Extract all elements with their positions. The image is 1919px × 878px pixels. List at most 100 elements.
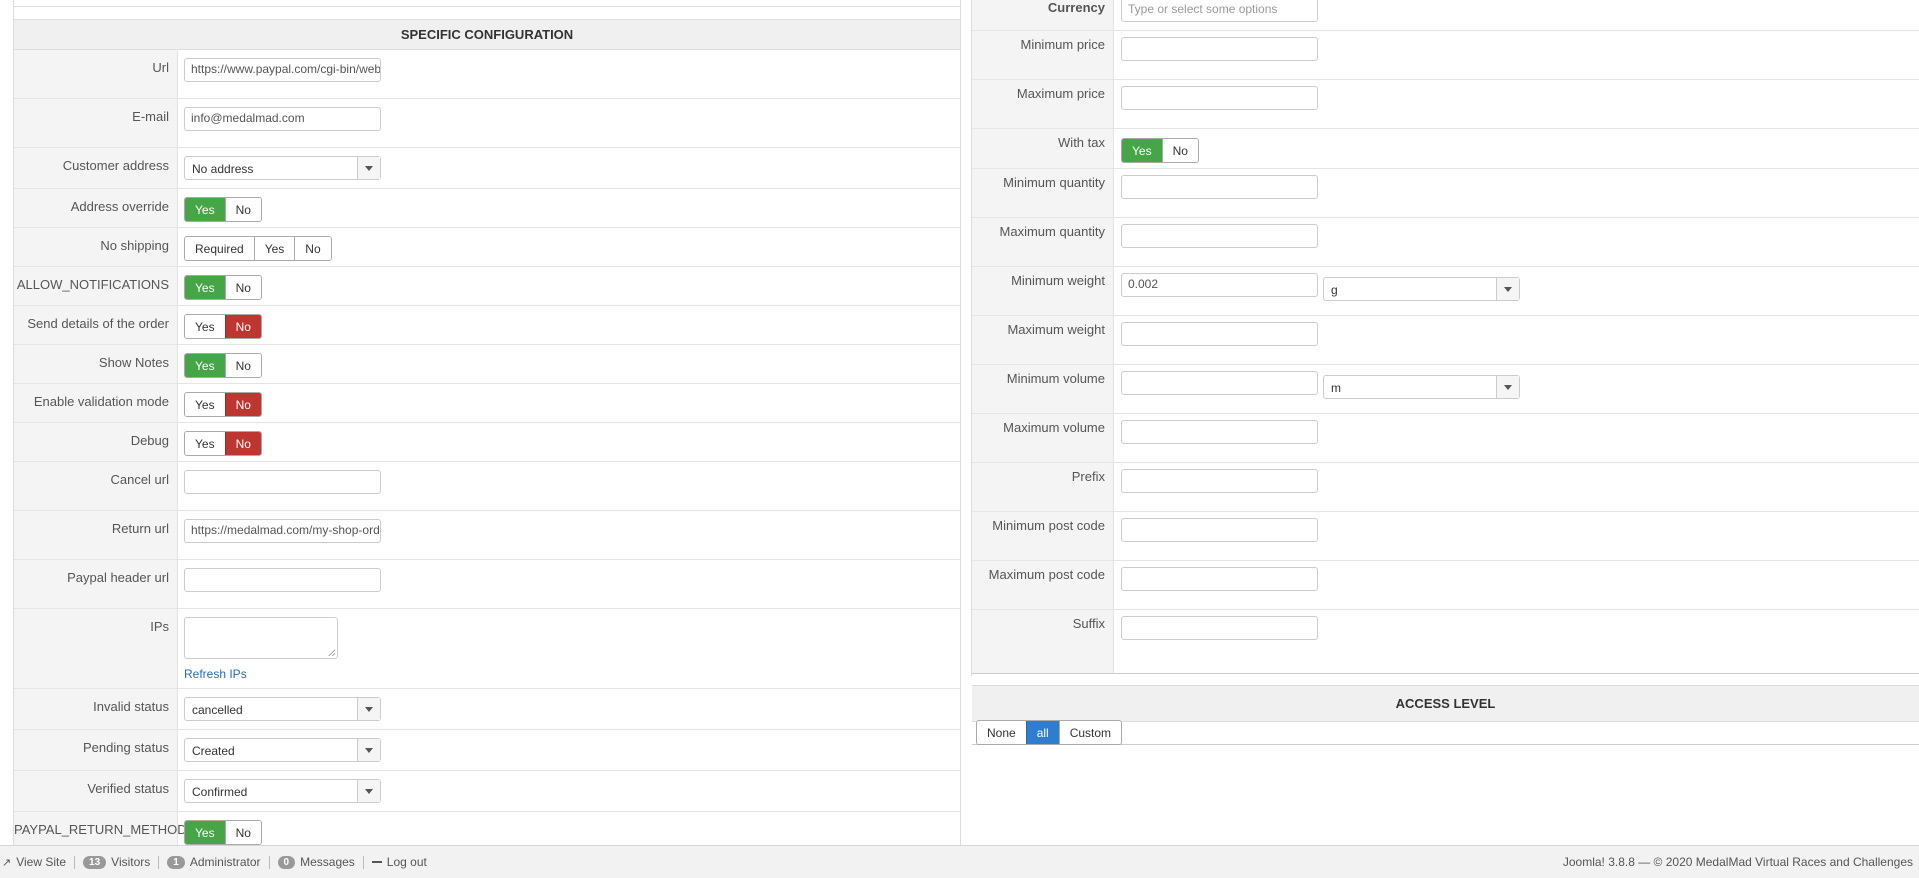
chevron-down-icon[interactable] bbox=[357, 157, 380, 179]
return-method-yes[interactable]: Yes bbox=[185, 821, 225, 844]
debug-yes[interactable]: Yes bbox=[185, 432, 225, 455]
debug-no[interactable]: No bbox=[224, 432, 261, 455]
with-tax-yes[interactable]: Yes bbox=[1122, 139, 1162, 162]
external-link-icon: ↗ bbox=[2, 856, 12, 869]
volume-unit-select[interactable]: m bbox=[1323, 375, 1520, 399]
customer-address-select[interactable]: No address bbox=[184, 156, 381, 180]
verified-status-select[interactable]: Confirmed bbox=[184, 779, 381, 803]
access-none-button[interactable]: None bbox=[977, 721, 1026, 744]
messages-badge: 0 bbox=[277, 855, 296, 869]
pending-status-select[interactable]: Created bbox=[184, 738, 381, 762]
status-footer: ↗ View Site 13 Visitors 1 Administrator … bbox=[0, 845, 1919, 878]
send-details-toggle: Yes No bbox=[184, 314, 262, 339]
send-details-no[interactable]: No bbox=[224, 315, 261, 338]
address-override-no[interactable]: No bbox=[224, 198, 261, 221]
min-qty-input[interactable] bbox=[1121, 175, 1318, 199]
currency-input[interactable]: Type or select some options bbox=[1121, 0, 1318, 22]
visitors-link[interactable]: 13 Visitors bbox=[75, 855, 158, 869]
show-notes-yes[interactable]: Yes bbox=[185, 354, 225, 377]
no-shipping-yes[interactable]: Yes bbox=[253, 237, 295, 260]
view-site-label: View Site bbox=[16, 855, 67, 869]
logout-link[interactable]: Log out bbox=[364, 855, 435, 869]
access-all-button[interactable]: all bbox=[1025, 721, 1059, 744]
no-shipping-row: No shipping Required Yes No bbox=[14, 228, 960, 267]
enable-validation-toggle: Yes No bbox=[184, 392, 262, 417]
volume-unit-value: m bbox=[1331, 381, 1341, 395]
invalid-status-select[interactable]: cancelled bbox=[184, 697, 381, 721]
invalid-status-label: Invalid status bbox=[14, 689, 178, 729]
allow-notifications-no[interactable]: No bbox=[224, 276, 261, 299]
with-tax-row: With tax Yes No bbox=[972, 129, 1919, 169]
copyright-text: Joomla! 3.8.8 — © 2020 MedalMad Virtual … bbox=[1562, 855, 1913, 869]
debug-toggle: Yes No bbox=[184, 431, 262, 456]
min-postcode-row: Minimum post code bbox=[972, 512, 1919, 561]
chevron-down-icon[interactable] bbox=[1496, 376, 1519, 398]
min-price-row: Minimum price bbox=[972, 31, 1919, 80]
url-input[interactable]: https://www.paypal.com/cgi-bin/webscr bbox=[184, 58, 381, 82]
access-custom-button[interactable]: Custom bbox=[1058, 721, 1122, 744]
send-details-label: Send details of the order bbox=[14, 306, 178, 344]
restrictions-list: Currency Type or select some options Min… bbox=[972, 0, 1919, 674]
min-price-input[interactable] bbox=[1121, 37, 1318, 61]
max-volume-input[interactable] bbox=[1121, 420, 1318, 444]
administrator-link[interactable]: 1 Administrator bbox=[159, 855, 268, 869]
max-qty-input[interactable] bbox=[1121, 224, 1318, 248]
show-notes-no[interactable]: No bbox=[224, 354, 261, 377]
address-override-row: Address override Yes No bbox=[14, 189, 960, 228]
verified-status-row: Verified status Confirmed bbox=[14, 771, 960, 812]
minus-icon bbox=[371, 861, 382, 863]
email-input[interactable]: info@medalmad.com bbox=[184, 107, 381, 131]
email-label: E-mail bbox=[14, 99, 178, 147]
specific-configuration-panel: SPECIFIC CONFIGURATION Url https://www.p… bbox=[13, 0, 961, 845]
no-shipping-label: No shipping bbox=[14, 228, 178, 266]
logout-label: Log out bbox=[386, 855, 427, 869]
header-url-input[interactable] bbox=[184, 568, 381, 592]
return-method-row: PAYPAL_RETURN_METHOD Yes No bbox=[14, 812, 960, 845]
send-details-yes[interactable]: Yes bbox=[185, 315, 225, 338]
return-method-label: PAYPAL_RETURN_METHOD bbox=[14, 812, 187, 845]
min-weight-input[interactable]: 0.002 bbox=[1121, 273, 1318, 297]
min-postcode-input[interactable] bbox=[1121, 518, 1318, 542]
chevron-down-icon[interactable] bbox=[357, 698, 380, 720]
url-row: Url https://www.paypal.com/cgi-bin/websc… bbox=[14, 50, 960, 99]
cancel-url-input[interactable] bbox=[184, 470, 381, 494]
max-qty-row: Maximum quantity bbox=[972, 218, 1919, 267]
prefix-row: Prefix bbox=[972, 463, 1919, 512]
messages-link[interactable]: 0 Messages bbox=[270, 855, 363, 869]
min-volume-row: Minimum volume m bbox=[972, 365, 1919, 414]
resize-grip-icon[interactable] bbox=[328, 649, 335, 656]
chevron-down-icon[interactable] bbox=[357, 739, 380, 761]
min-volume-input[interactable] bbox=[1121, 371, 1318, 395]
no-shipping-no[interactable]: No bbox=[294, 237, 331, 260]
return-url-label: Return url bbox=[14, 511, 178, 559]
suffix-row: Suffix bbox=[972, 610, 1919, 673]
max-price-input[interactable] bbox=[1121, 86, 1318, 110]
address-override-yes[interactable]: Yes bbox=[185, 198, 225, 221]
enable-validation-no[interactable]: No bbox=[224, 393, 261, 416]
return-method-no[interactable]: No bbox=[224, 821, 261, 844]
ips-label: IPs bbox=[14, 609, 178, 688]
no-shipping-required[interactable]: Required bbox=[185, 237, 254, 260]
ips-textarea[interactable] bbox=[184, 617, 338, 659]
restrictions-panel: Currency Type or select some options Min… bbox=[971, 0, 1919, 745]
weight-unit-select[interactable]: g bbox=[1323, 277, 1520, 301]
suffix-input[interactable] bbox=[1121, 616, 1318, 640]
view-site-link[interactable]: ↗ View Site bbox=[0, 855, 74, 869]
chevron-down-icon[interactable] bbox=[357, 780, 380, 802]
prefix-input[interactable] bbox=[1121, 469, 1318, 493]
min-postcode-label: Minimum post code bbox=[972, 512, 1114, 560]
currency-label: Currency bbox=[972, 0, 1114, 30]
allow-notifications-yes[interactable]: Yes bbox=[185, 276, 225, 299]
chevron-down-icon[interactable] bbox=[1496, 278, 1519, 300]
customer-address-label: Customer address bbox=[14, 148, 178, 188]
refresh-ips-link[interactable]: Refresh IPs bbox=[184, 667, 247, 681]
with-tax-label: With tax bbox=[972, 129, 1114, 168]
max-postcode-input[interactable] bbox=[1121, 567, 1318, 591]
with-tax-no[interactable]: No bbox=[1161, 139, 1198, 162]
section-title: SPECIFIC CONFIGURATION bbox=[14, 19, 960, 50]
enable-validation-yes[interactable]: Yes bbox=[185, 393, 225, 416]
no-shipping-toggle: Required Yes No bbox=[184, 236, 332, 261]
max-weight-input[interactable] bbox=[1121, 322, 1318, 346]
return-url-input[interactable]: https://medalmad.com/my-shop-order-compl… bbox=[184, 519, 381, 543]
min-qty-row: Minimum quantity bbox=[972, 169, 1919, 218]
